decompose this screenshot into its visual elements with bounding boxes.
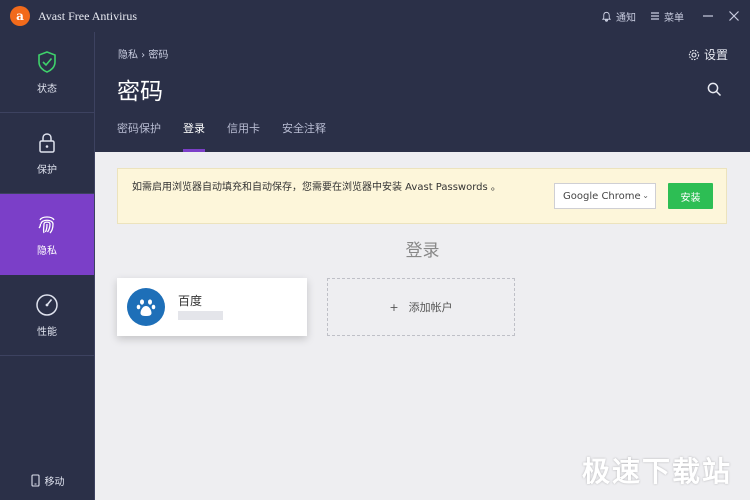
tab-logins[interactable]: 登录 bbox=[183, 120, 205, 152]
sidebar-item-protection[interactable]: 保护 bbox=[0, 113, 94, 194]
lock-icon bbox=[39, 132, 55, 153]
page-title: 密码 bbox=[117, 79, 163, 105]
minimize-icon bbox=[703, 15, 713, 17]
add-account-label: 添加帐户 bbox=[408, 301, 453, 314]
tab-bar: 密码保护 登录 信用卡 安全注释 bbox=[117, 120, 348, 152]
sidebar: 状态 保护 隐私 性能 移动 bbox=[0, 32, 95, 500]
main-content: 如需启用浏览器自动填充和自动保存，您需要在浏览器中安装 Avast Passwo… bbox=[95, 152, 750, 500]
mobile-label: 移动 bbox=[44, 477, 65, 488]
login-card-username-redacted bbox=[178, 311, 223, 320]
minimize-button[interactable] bbox=[698, 6, 718, 26]
browser-select-value: Google Chrome bbox=[563, 190, 641, 202]
avast-logo-icon: a bbox=[10, 6, 30, 26]
login-card-baidu[interactable]: 百度 bbox=[117, 278, 307, 336]
gear-icon bbox=[688, 49, 700, 60]
sidebar-item-privacy[interactable]: 隐私 bbox=[0, 194, 94, 275]
bell-icon bbox=[601, 11, 612, 22]
tab-secure-notes[interactable]: 安全注释 bbox=[282, 120, 326, 152]
mobile-button[interactable]: 移动 bbox=[0, 473, 94, 488]
title-bar: a Avast Free Antivirus 通知 菜单 bbox=[0, 0, 750, 32]
close-icon bbox=[729, 11, 739, 21]
logo-letter: a bbox=[16, 9, 24, 23]
sidebar-item-performance[interactable]: 性能 bbox=[0, 275, 94, 356]
menu-label: 菜单 bbox=[664, 12, 684, 24]
baidu-logo-icon bbox=[127, 288, 165, 326]
login-card-name: 百度 bbox=[178, 294, 203, 308]
app-title: Avast Free Antivirus bbox=[38, 8, 138, 23]
notifications-button[interactable]: 通知 bbox=[601, 9, 636, 24]
chevron-down-icon: ⌄ bbox=[642, 191, 649, 200]
sidebar-item-status[interactable]: 状态 bbox=[0, 32, 94, 113]
paw-icon bbox=[136, 299, 156, 316]
settings-button[interactable]: 设置 bbox=[688, 46, 728, 63]
tab-password-protection[interactable]: 密码保护 bbox=[117, 120, 161, 152]
shield-check-icon bbox=[38, 50, 56, 73]
watermark: 极速下载站 bbox=[581, 455, 732, 488]
fingerprint-icon bbox=[38, 215, 55, 233]
speedometer-icon bbox=[36, 293, 58, 316]
mobile-phone-icon bbox=[30, 474, 40, 487]
menu-button[interactable]: 菜单 bbox=[650, 9, 684, 24]
install-button[interactable]: 安装 bbox=[668, 183, 713, 209]
hamburger-icon bbox=[651, 12, 659, 20]
tab-credit-cards[interactable]: 信用卡 bbox=[227, 120, 260, 152]
sidebar-item-label: 性能 bbox=[37, 326, 57, 338]
sidebar-item-label: 状态 bbox=[37, 83, 57, 95]
notifications-label: 通知 bbox=[616, 12, 636, 24]
browser-extension-notice: 如需启用浏览器自动填充和自动保存，您需要在浏览器中安装 Avast Passwo… bbox=[117, 168, 727, 224]
search-icon[interactable] bbox=[707, 82, 722, 97]
browser-select[interactable]: Google Chrome ⌄ bbox=[554, 183, 656, 209]
plus-icon: + bbox=[389, 300, 399, 314]
close-button[interactable] bbox=[724, 6, 744, 26]
page-header: 隐私 › 密码 设置 密码 密码保护 登录 信用卡 安全注释 bbox=[95, 32, 750, 152]
sidebar-item-label: 保护 bbox=[37, 164, 57, 176]
notice-text: 如需启用浏览器自动填充和自动保存，您需要在浏览器中安装 Avast Passwo… bbox=[132, 182, 501, 193]
section-title: 登录 bbox=[405, 241, 440, 261]
breadcrumb: 隐私 › 密码 bbox=[118, 50, 169, 61]
add-account-button[interactable]: + 添加帐户 bbox=[327, 278, 515, 336]
sidebar-item-label: 隐私 bbox=[37, 245, 57, 257]
settings-label: 设置 bbox=[703, 48, 728, 62]
